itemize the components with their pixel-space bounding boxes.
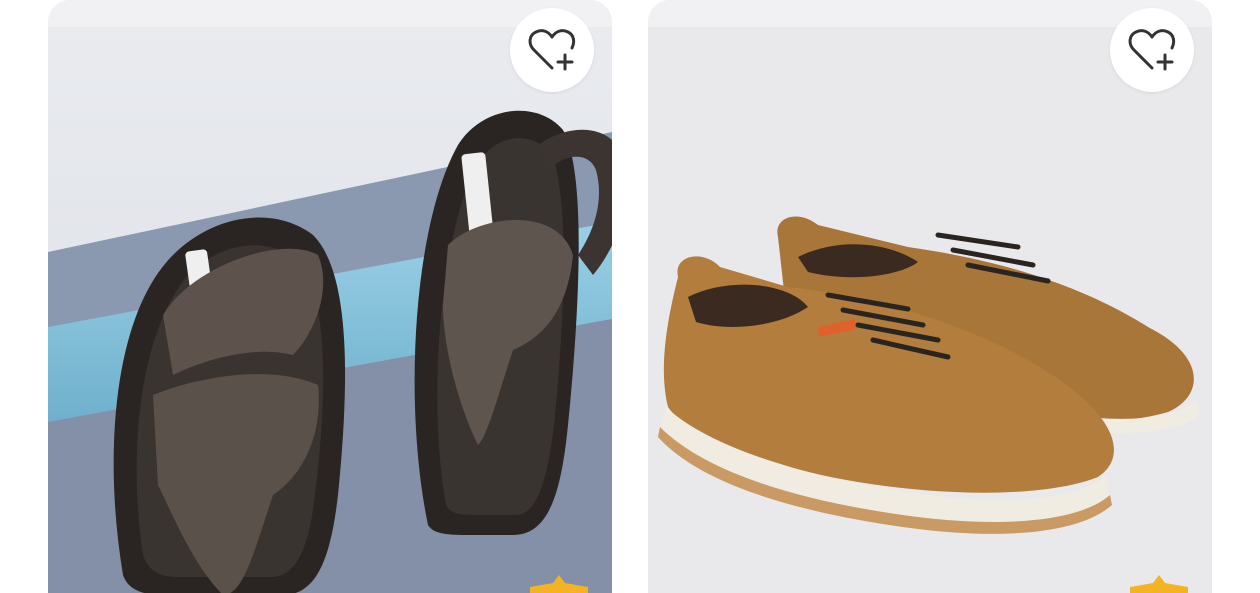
heart-plus-icon (1128, 29, 1176, 71)
heart-plus-icon (528, 29, 576, 71)
product-image-sneaker[interactable] (648, 27, 1212, 593)
sandal-photo (48, 27, 612, 593)
product-card[interactable] (648, 0, 1212, 593)
product-image-sandal[interactable] (48, 27, 612, 593)
product-card[interactable] (48, 0, 612, 593)
sneaker-photo (648, 27, 1212, 593)
star-badge-icon (530, 575, 588, 593)
star-badge-icon (1130, 575, 1188, 593)
wishlist-button[interactable] (1110, 8, 1194, 92)
wishlist-button[interactable] (510, 8, 594, 92)
